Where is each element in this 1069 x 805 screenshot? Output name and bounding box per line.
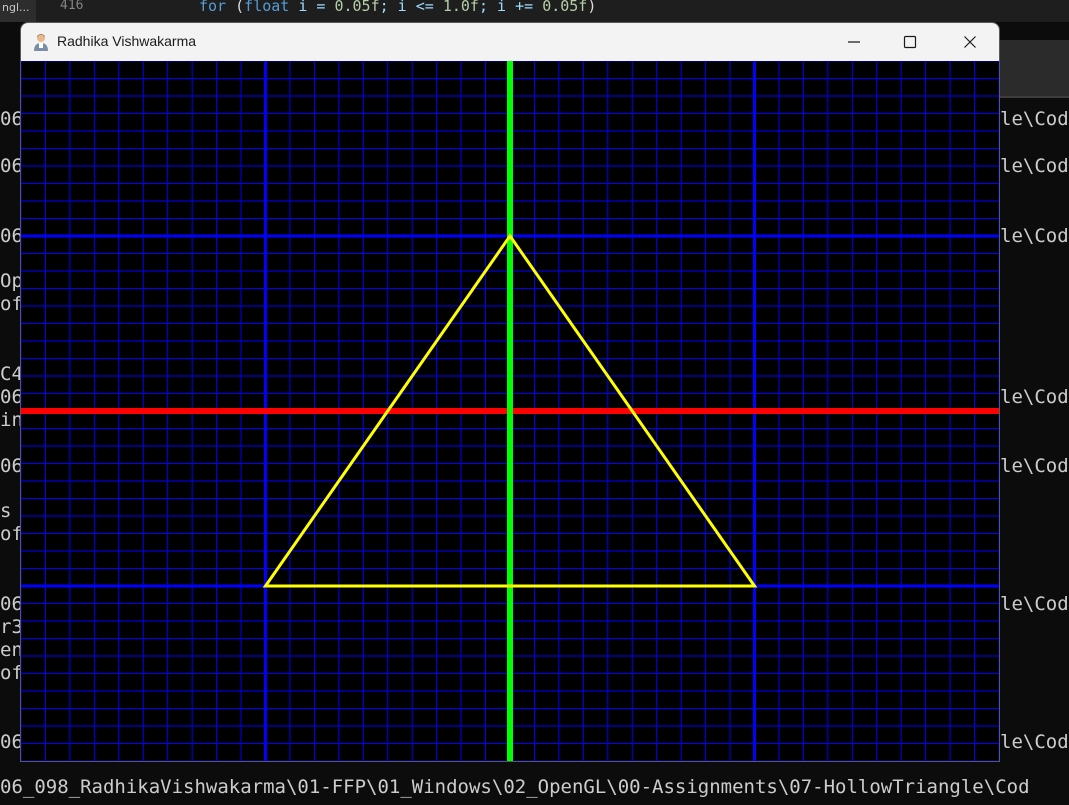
console-fragment-right: le\Cod [1000, 155, 1069, 177]
console-fragment-right: le\Cod [1000, 455, 1069, 477]
keyword-float: float [244, 0, 290, 15]
line-number: 416 [60, 0, 84, 13]
code-number-1: 0.05f [334, 0, 380, 15]
background-panel [1000, 40, 1069, 96]
code-close-paren: ) [587, 0, 597, 15]
code-line: for (float i = 0.05f; i <= 1.0f; i += 0.… [199, 0, 596, 15]
console-fragment-right: le\Cod [1000, 593, 1069, 615]
code-editor-strip: ngl... 416 for (float i = 0.05f; i <= 1.… [0, 0, 1069, 22]
user-avatar-icon [34, 34, 48, 51]
background-panel-divider [1000, 96, 1069, 98]
window-titlebar[interactable]: Radhika Vishwakarma [21, 23, 999, 61]
console-fragment-right: le\Cod [1000, 108, 1069, 130]
code-open-paren: ( [226, 0, 245, 15]
code-part-2: ; i <= [379, 0, 443, 15]
minimize-icon [848, 41, 860, 43]
code-part-3: ; i += [478, 0, 543, 15]
opengl-render-canvas[interactable] [21, 61, 999, 761]
editor-tab[interactable]: ngl... [0, 0, 36, 22]
minimize-button[interactable] [831, 23, 877, 61]
console-fragment-right: le\Cod [1000, 731, 1069, 753]
opengl-window[interactable]: Radhika Vishwakarma [20, 22, 1000, 762]
code-number-3: 0.05f [542, 0, 588, 15]
console-fragment-right: le\Cod [1000, 386, 1069, 408]
code-number-2: 1.0f [442, 0, 479, 15]
window-title: Radhika Vishwakarma [57, 33, 197, 49]
maximize-button[interactable] [887, 23, 933, 61]
code-part-1: i = [289, 0, 335, 15]
keyword-for: for [199, 0, 227, 15]
close-button[interactable] [947, 23, 993, 61]
console-fragment-right: le\Cod [1000, 225, 1069, 247]
maximize-icon [903, 35, 917, 49]
console-path-line: 06_098_RadhikaVishwakarma\01-FFP\01_Wind… [0, 776, 1030, 798]
close-icon [964, 36, 976, 48]
